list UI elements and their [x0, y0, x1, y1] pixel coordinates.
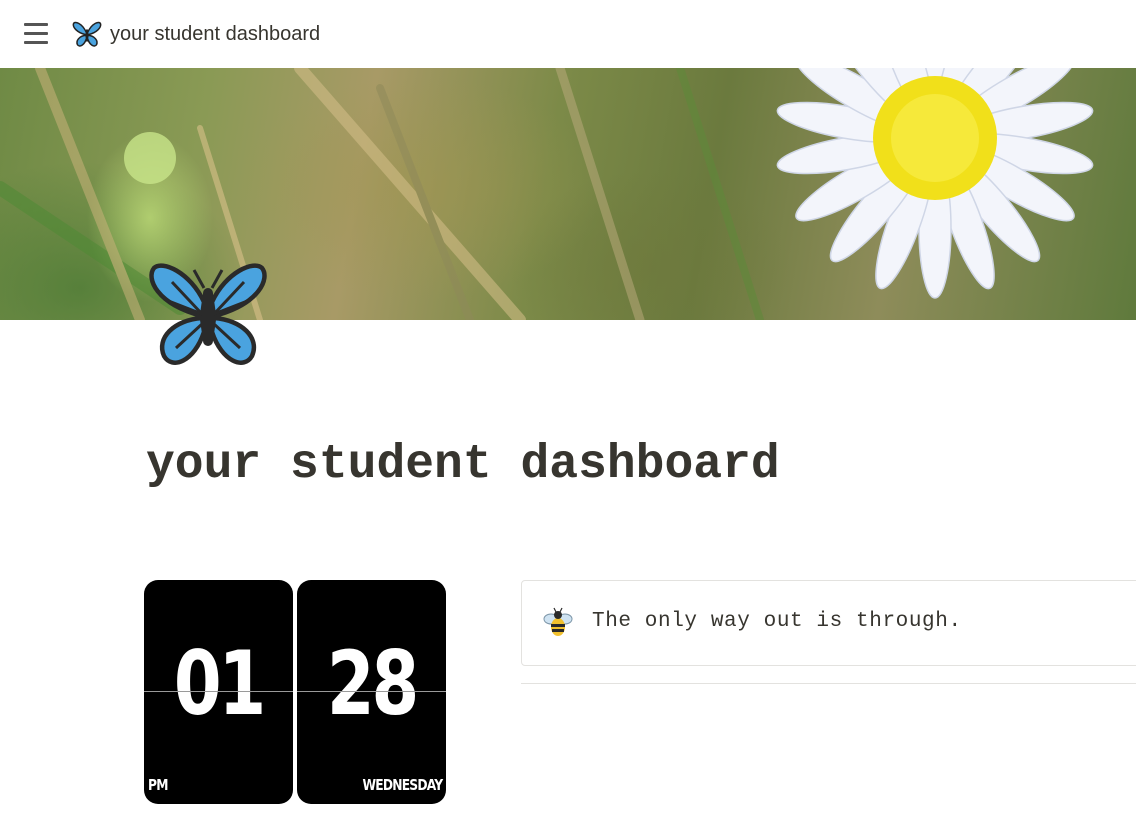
breadcrumb-title: your student dashboard	[110, 22, 321, 45]
page-title: your student dashboard	[146, 438, 780, 492]
flip-divider	[297, 691, 446, 692]
quote-text: The only way out is through.	[592, 610, 962, 633]
hamburger-menu-icon[interactable]	[22, 21, 50, 45]
clock-day: WEDNESDAY	[362, 776, 443, 794]
butterfly-icon[interactable]	[146, 258, 270, 370]
bee-icon	[543, 607, 573, 636]
flip-clock: 01 PM 28 WEDNESDAY	[144, 580, 446, 804]
quote-callout[interactable]: The only way out is through.	[521, 580, 1136, 666]
clock-hours: 01	[173, 632, 266, 735]
clock-minutes: 28	[326, 632, 419, 735]
breadcrumb[interactable]: your student dashboard	[72, 18, 320, 50]
butterfly-icon	[72, 21, 102, 47]
clock-hours-card: 01 PM	[144, 580, 293, 804]
clock-minutes-card: 28 WEDNESDAY	[297, 580, 446, 804]
top-bar: your student dashboard	[0, 0, 1136, 68]
flip-divider	[144, 691, 293, 692]
clock-period: PM	[148, 776, 168, 794]
divider	[521, 683, 1136, 684]
